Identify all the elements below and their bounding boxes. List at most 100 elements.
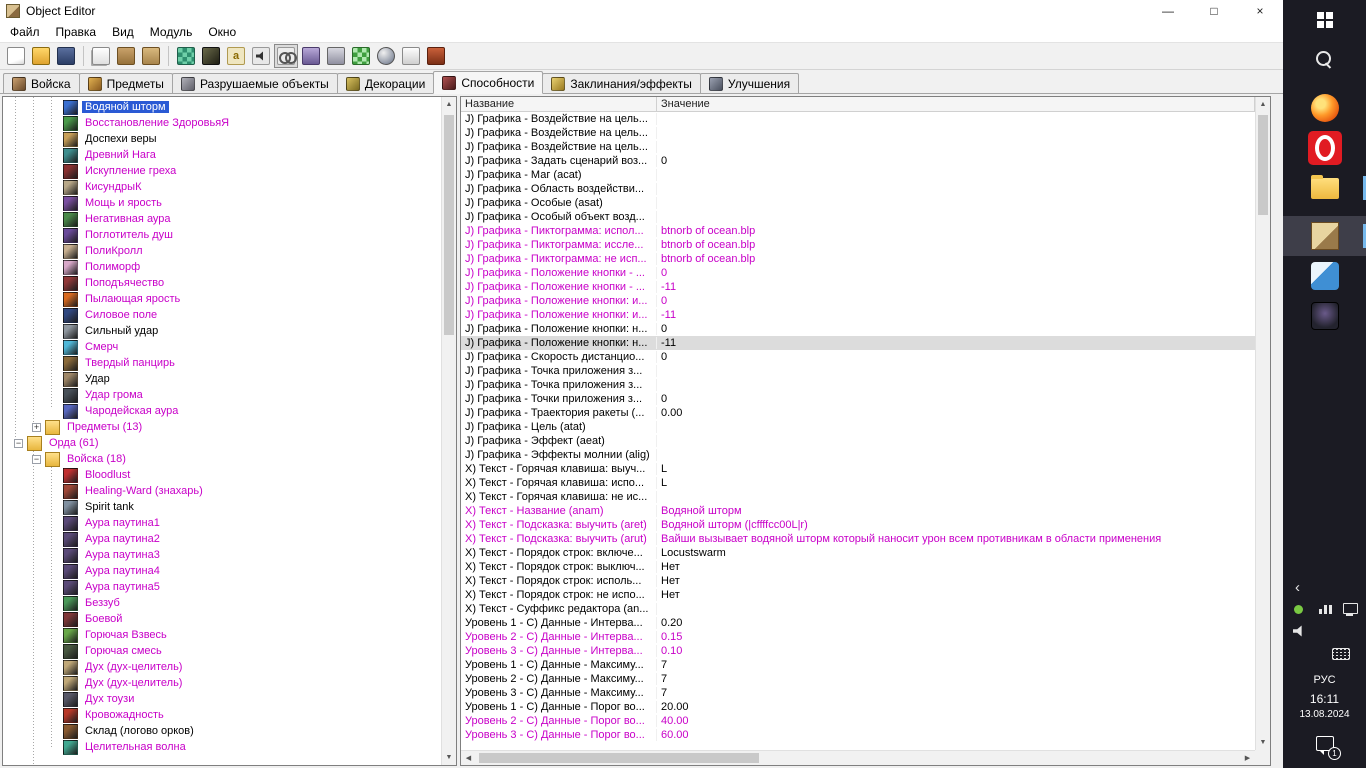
search-taskbar-button[interactable] xyxy=(1283,40,1366,80)
object-editor-button[interactable] xyxy=(274,44,298,68)
scroll-thumb[interactable] xyxy=(444,115,454,335)
campaign-editor-button[interactable] xyxy=(299,44,323,68)
property-row[interactable]: J) Графика - Особые (asat) xyxy=(461,196,1255,210)
clock-date[interactable]: 13.08.2024 xyxy=(1283,709,1366,720)
tree-item[interactable]: Аура паутина3 xyxy=(3,547,441,563)
property-row[interactable]: J) Графика - Область воздействи... xyxy=(461,182,1255,196)
tree-item[interactable]: Негативная аура xyxy=(3,211,441,227)
tree-item[interactable]: Водяной шторм xyxy=(3,99,441,115)
tree-item[interactable]: Доспехи веры xyxy=(3,131,441,147)
scroll-down-arrow[interactable] xyxy=(442,750,456,765)
tab-destructibles[interactable]: Разрушаемые объекты xyxy=(171,73,338,94)
property-row[interactable]: X) Текст - Горячая клавиша: испо... L xyxy=(461,476,1255,490)
hidden-icons-chevron[interactable] xyxy=(1283,580,1366,598)
tree-item[interactable]: Склад (логово орков) xyxy=(3,723,441,739)
minimize-button[interactable]: — xyxy=(1145,0,1191,22)
blueapp-taskbar-button[interactable] xyxy=(1283,256,1366,296)
property-row[interactable]: J) Графика - Цель (atat) xyxy=(461,420,1255,434)
tab-abilities[interactable]: Способности xyxy=(433,71,544,94)
property-row[interactable]: J) Графика - Траектория ракеты (... 0.00 xyxy=(461,406,1255,420)
close-button[interactable]: × xyxy=(1237,0,1283,22)
property-row[interactable]: J) Графика - Эффекты молнии (alig) xyxy=(461,448,1255,462)
new-map-button[interactable] xyxy=(4,44,28,68)
tree-item[interactable]: Кровожадность xyxy=(3,707,441,723)
explorer-taskbar-button[interactable] xyxy=(1283,168,1366,208)
tree-item[interactable]: Горючая Взвесь xyxy=(3,627,441,643)
tree-item[interactable]: Аура паутина5 xyxy=(3,579,441,595)
tree-item[interactable]: Смерч xyxy=(3,339,441,355)
opera-taskbar-button[interactable] xyxy=(1283,128,1366,168)
property-row[interactable]: J) Графика - Воздействие на цель... xyxy=(461,112,1255,126)
property-row[interactable]: X) Текст - Название (anam) Водяной шторм xyxy=(461,504,1255,518)
tree-folder[interactable]: − Войска (18) xyxy=(3,451,441,467)
scroll-thumb[interactable] xyxy=(1258,115,1268,215)
volume-icon[interactable] xyxy=(1291,623,1307,639)
tree-item[interactable]: Удар xyxy=(3,371,441,387)
tree-item[interactable]: Поподъячество xyxy=(3,275,441,291)
scroll-down-arrow[interactable] xyxy=(1256,735,1270,750)
tree-folder[interactable]: − Орда (61) xyxy=(3,435,441,451)
property-row[interactable]: Уровень 1 - С) Данные - Максиму... 7 xyxy=(461,658,1255,672)
property-row[interactable]: X) Текст - Порядок строк: исполь... Нет xyxy=(461,574,1255,588)
property-row[interactable]: Уровень 1 - С) Данные - Порог во... 20.00 xyxy=(461,700,1255,714)
scroll-up-arrow[interactable] xyxy=(1256,97,1270,112)
network-icon[interactable] xyxy=(1317,601,1333,617)
property-row[interactable]: X) Текст - Суффикс редактора (an... xyxy=(461,602,1255,616)
column-header-value[interactable]: Значение xyxy=(657,97,1255,111)
properties-horizontal-scrollbar[interactable] xyxy=(461,750,1255,765)
terrain-editor-button[interactable] xyxy=(174,44,198,68)
tree-item[interactable]: Древний Нага xyxy=(3,147,441,163)
tray-app-icon[interactable] xyxy=(1291,601,1307,617)
collapse-icon[interactable]: − xyxy=(14,438,23,448)
properties-vertical-scrollbar[interactable] xyxy=(1255,97,1270,750)
copy-button[interactable] xyxy=(89,44,113,68)
tree-item[interactable]: Дух тоузи xyxy=(3,691,441,707)
property-row[interactable]: Уровень 3 - С) Данные - Порог во... 60.00 xyxy=(461,728,1255,742)
property-row[interactable]: X) Текст - Горячая клавиша: выуч... L xyxy=(461,462,1255,476)
property-row[interactable]: X) Текст - Порядок строк: включе... Locus… xyxy=(461,546,1255,560)
touch-keyboard-icon[interactable] xyxy=(1332,645,1350,661)
scroll-thumb[interactable] xyxy=(479,753,759,763)
property-row[interactable]: Уровень 1 - С) Данные - Интерва... 0.20 xyxy=(461,616,1255,630)
test-map-button[interactable] xyxy=(424,44,448,68)
collapse-icon[interactable]: − xyxy=(32,454,41,464)
monitor-icon[interactable] xyxy=(1342,601,1358,617)
tree-item[interactable]: Дух (дух-целитель) xyxy=(3,659,441,675)
property-row[interactable]: J) Графика - Воздействие на цель... xyxy=(461,140,1255,154)
tree-item[interactable]: Аура паутина1 xyxy=(3,515,441,531)
tab-items[interactable]: Предметы xyxy=(78,73,173,94)
property-row[interactable]: J) Графика - Пиктограмма: иссле... btnorb… xyxy=(461,238,1255,252)
tree-item[interactable]: Чародейская аура xyxy=(3,403,441,419)
tree-item[interactable]: Аура паутина2 xyxy=(3,531,441,547)
menu-item[interactable]: Правка xyxy=(48,23,105,41)
property-row[interactable]: J) Графика - Положение кнопки - ... 0 xyxy=(461,266,1255,280)
paste-button[interactable] xyxy=(114,44,138,68)
tree-item[interactable]: Удар грома xyxy=(3,387,441,403)
darkapp-taskbar-button[interactable] xyxy=(1283,296,1366,336)
menu-item[interactable]: Модуль xyxy=(142,23,201,41)
property-row[interactable]: X) Текст - Подсказка: выучить (aret) Водя… xyxy=(461,518,1255,532)
property-row[interactable]: J) Графика - Положение кнопки: н... 0 xyxy=(461,322,1255,336)
property-row[interactable]: Уровень 3 - С) Данные - Максиму... 7 xyxy=(461,686,1255,700)
column-header-name[interactable]: Название xyxy=(461,97,657,111)
object-manager-button[interactable] xyxy=(349,44,373,68)
trigger-editor-button[interactable] xyxy=(199,44,223,68)
firefox-taskbar-button[interactable] xyxy=(1283,88,1366,128)
tree-item[interactable]: Боевой xyxy=(3,611,441,627)
property-row[interactable]: J) Графика - Положение кнопки: н... -11 xyxy=(461,336,1255,350)
tree-item[interactable]: Аура паутина4 xyxy=(3,563,441,579)
tree-item[interactable]: Горючая смесь xyxy=(3,643,441,659)
tree-item[interactable]: Восстановление ЗдоровьяЯ xyxy=(3,115,441,131)
ai-editor-button[interactable] xyxy=(324,44,348,68)
expand-icon[interactable]: + xyxy=(32,422,41,432)
property-row[interactable]: J) Графика - Задать сценарий воз... 0 xyxy=(461,154,1255,168)
tree-item[interactable]: Дух (дух-целитель) xyxy=(3,675,441,691)
tree-item[interactable]: Сильный удар xyxy=(3,323,441,339)
property-row[interactable]: Уровень 2 - С) Данные - Интерва... 0.15 xyxy=(461,630,1255,644)
open-map-button[interactable] xyxy=(29,44,53,68)
save-map-button[interactable] xyxy=(54,44,78,68)
tree-vertical-scrollbar[interactable] xyxy=(441,97,456,765)
clock-time[interactable]: 16:11 xyxy=(1283,692,1366,706)
property-row[interactable]: Уровень 2 - С) Данные - Порог во... 40.00 xyxy=(461,714,1255,728)
clipboard-button[interactable] xyxy=(139,44,163,68)
